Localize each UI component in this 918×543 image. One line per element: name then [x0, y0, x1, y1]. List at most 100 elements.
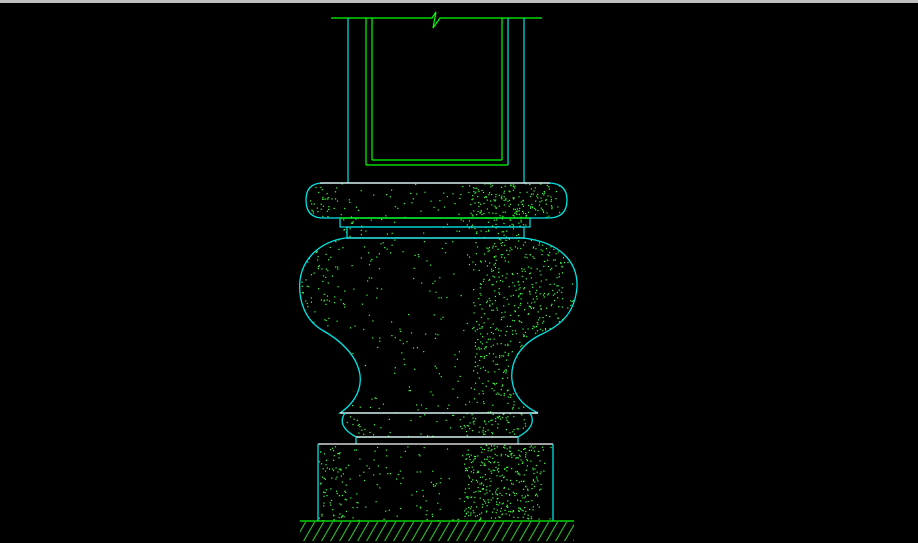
- stipple-dot: [491, 493, 493, 495]
- stipple-dot: [566, 345, 568, 347]
- stipple-dot: [519, 293, 521, 295]
- stipple-dot: [299, 364, 301, 366]
- stipple-dot: [467, 511, 469, 513]
- stipple-dot: [332, 509, 334, 511]
- cad-viewport[interactable]: [0, 0, 918, 543]
- stipple-dot: [496, 501, 498, 503]
- stipple-dot: [505, 454, 507, 456]
- stipple-dot: [551, 208, 553, 210]
- stipple-dot: [509, 219, 511, 221]
- stipple-dot: [299, 366, 302, 368]
- stipple-dot: [311, 380, 313, 382]
- stipple-dot: [369, 431, 371, 434]
- stipple-dot: [519, 474, 521, 476]
- stipple-dot: [482, 476, 484, 478]
- stipple-dot: [563, 337, 565, 339]
- stipple-dot: [397, 207, 399, 209]
- stipple-dot: [468, 185, 471, 187]
- stipple-dot: [314, 400, 316, 402]
- stipple-dot: [340, 469, 342, 471]
- stipple-dot: [468, 453, 470, 456]
- stipple-dot: [521, 362, 523, 364]
- stipple-dot: [510, 314, 512, 316]
- stipple-dot: [517, 210, 519, 212]
- stipple-dot: [494, 290, 496, 292]
- stipple-dot: [534, 371, 536, 373]
- stipple-dot: [482, 280, 485, 282]
- stipple-dot: [527, 489, 529, 491]
- stipple-dot: [323, 198, 325, 200]
- stipple-dot: [441, 247, 443, 250]
- stipple-dot: [322, 361, 324, 363]
- stipple-dot: [500, 453, 503, 455]
- stipple-dot: [480, 212, 482, 214]
- stipple-dot: [326, 193, 328, 195]
- stipple-dot: [490, 186, 492, 188]
- stipple-dot: [480, 283, 482, 285]
- stipple-dot: [530, 188, 532, 190]
- stipple-dot: [513, 454, 515, 457]
- stipple-dot: [508, 286, 510, 288]
- stipple-dot: [509, 396, 511, 398]
- stipple-dot: [558, 238, 560, 240]
- stipple-dot: [514, 311, 516, 313]
- stipple-dot: [533, 368, 535, 370]
- stipple-dot: [535, 282, 537, 284]
- stipple-dot: [510, 340, 512, 342]
- stipple-dot: [328, 397, 330, 399]
- stipple-dot: [558, 273, 560, 275]
- stipple-dot: [337, 286, 339, 288]
- stipple-dot: [406, 341, 408, 343]
- stipple-dot: [488, 352, 490, 355]
- stipple-dot: [356, 493, 358, 495]
- lower-collar: [341, 412, 533, 444]
- stipple-dot: [473, 312, 475, 314]
- stipple-dot: [501, 231, 503, 233]
- stipple-dot: [534, 214, 536, 216]
- stipple-dot: [440, 318, 442, 320]
- stipple-dot: [345, 484, 347, 486]
- stipple-dot: [336, 187, 338, 189]
- stipple-dot: [327, 325, 329, 327]
- stipple-dot: [489, 485, 491, 487]
- stipple-dot: [503, 316, 505, 318]
- stipple-dot: [491, 431, 493, 434]
- stipple-dot: [483, 313, 486, 315]
- stipple-dot: [549, 283, 551, 285]
- stipple-dot: [524, 497, 526, 499]
- stipple-dot: [521, 293, 523, 295]
- stipple-dot: [454, 366, 456, 368]
- stipple-dot: [463, 500, 465, 503]
- stipple-dot: [558, 405, 560, 407]
- stipple-dot: [473, 459, 475, 461]
- stipple-dot: [511, 272, 513, 275]
- stipple-dot: [529, 367, 531, 369]
- stipple-dot: [517, 204, 519, 206]
- stipple-dot: [536, 321, 538, 324]
- stipple-dot: [508, 205, 510, 207]
- stipple-dot: [333, 469, 335, 472]
- stipple-dot: [490, 517, 492, 519]
- stipple-dot: [529, 273, 531, 275]
- stipple-dot: [386, 233, 388, 235]
- stipple-dot: [533, 408, 535, 410]
- stipple-dot: [533, 307, 535, 309]
- stipple-dot: [497, 423, 499, 425]
- stipple-dot: [547, 265, 549, 268]
- stipple-dot: [460, 219, 462, 221]
- stipple-dot: [466, 322, 468, 324]
- stipple-dot: [344, 290, 346, 292]
- stipple-dot: [399, 470, 401, 472]
- stipple-dot: [483, 253, 486, 255]
- stipple-dot: [334, 348, 336, 351]
- stipple-dot: [506, 448, 508, 450]
- stipple-dot: [372, 320, 374, 322]
- stipple-dot: [556, 345, 558, 348]
- stipple-dot: [435, 367, 438, 369]
- stipple-dot: [534, 481, 536, 483]
- stipple-dot: [312, 406, 314, 408]
- stipple-dot: [501, 195, 503, 197]
- stipple-dot: [534, 326, 536, 328]
- stipple-dot: [570, 304, 572, 306]
- stipple-dot: [491, 309, 493, 311]
